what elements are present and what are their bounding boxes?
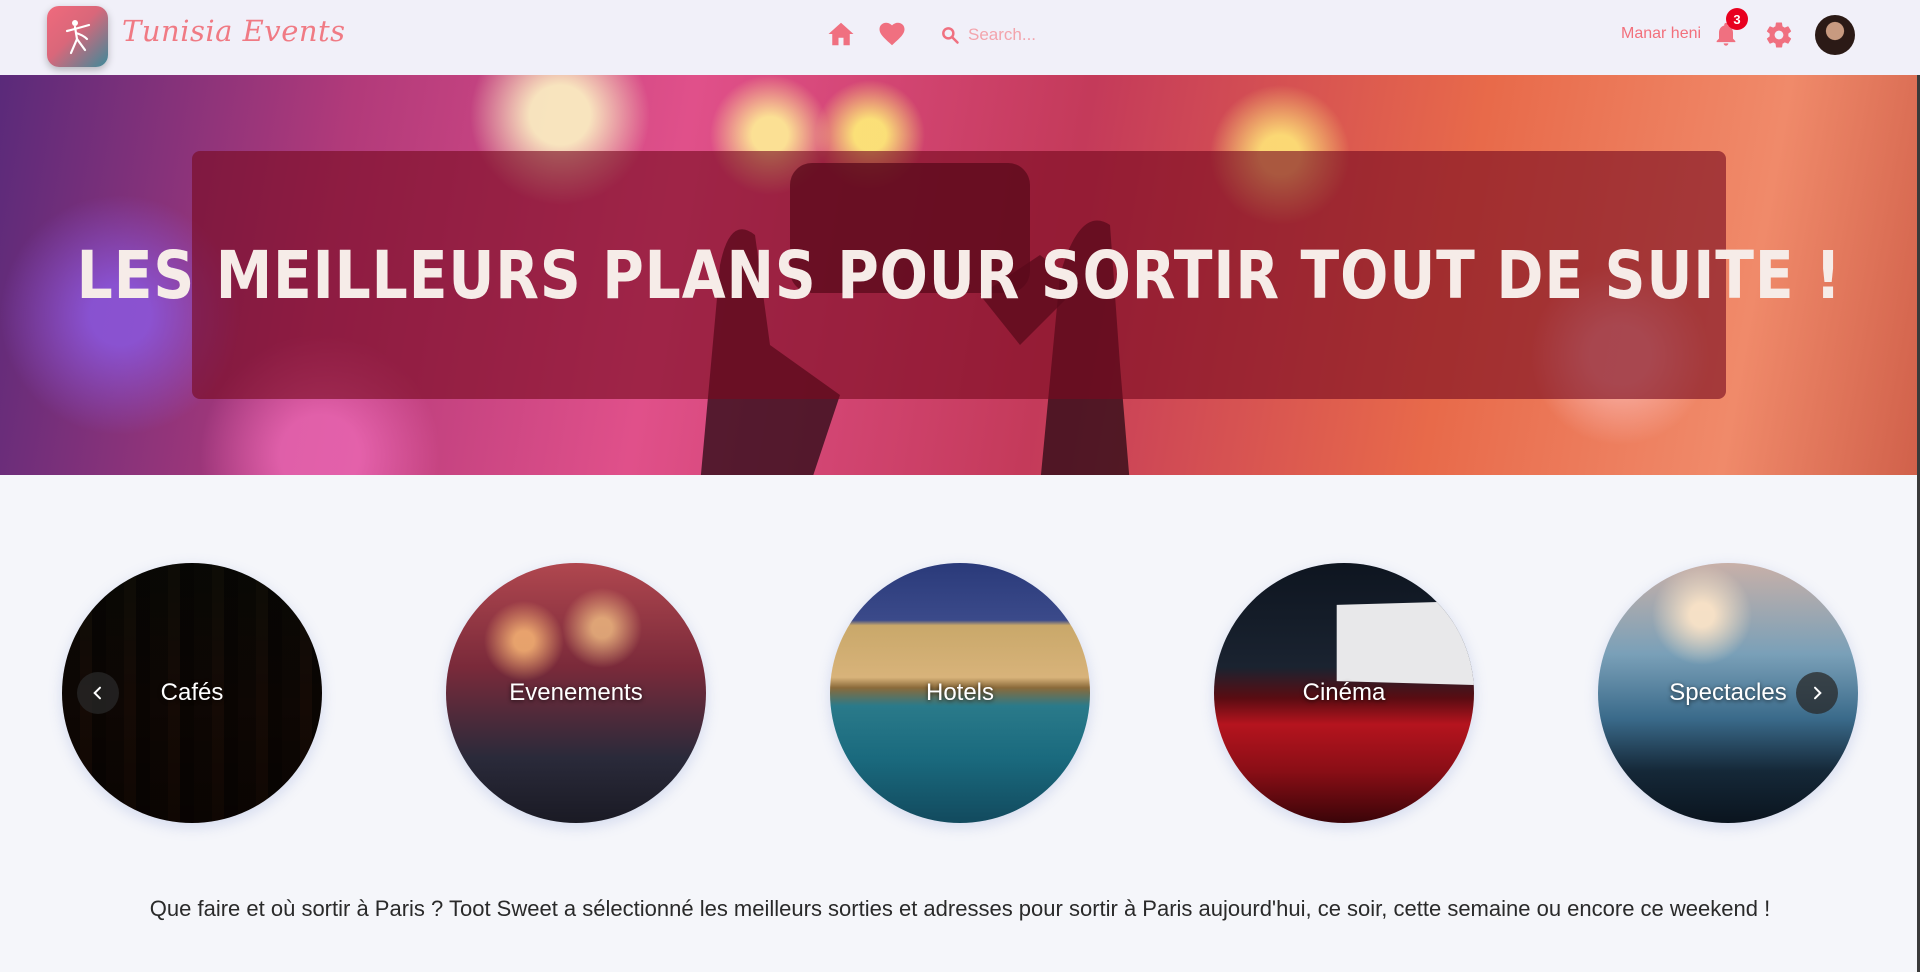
user-name[interactable]: Manar heni: [1621, 25, 1701, 43]
gear-icon[interactable]: [1764, 20, 1794, 50]
hero-title: LES MEILLEURS PLANS POUR SORTIR TOUT DE …: [76, 236, 1842, 314]
hero-banner: LES MEILLEURS PLANS POUR SORTIR TOUT DE …: [0, 75, 1920, 475]
brand-name[interactable]: Tunisia Events: [122, 14, 346, 48]
carousel-next-button[interactable]: [1796, 672, 1838, 714]
intro-text: Que faire et où sortir à Paris ? Toot Sw…: [149, 896, 1771, 921]
category-label: Evenements: [509, 679, 643, 706]
top-navbar: Tunisia Events Manar heni 3: [0, 0, 1920, 75]
category-label: Cinéma: [1302, 679, 1386, 706]
search-bar: [940, 20, 1100, 50]
heart-icon[interactable]: [877, 19, 907, 49]
chevron-right-icon: [1814, 686, 1822, 700]
notification-count-badge: 3: [1726, 8, 1748, 30]
user-avatar[interactable]: [1815, 15, 1855, 55]
category-cinema[interactable]: Cinéma: [1214, 563, 1474, 823]
carousel-prev-button[interactable]: [77, 672, 119, 714]
category-label: Spectacles: [1669, 679, 1787, 706]
home-icon[interactable]: [826, 19, 856, 49]
dancer-logo-icon: [65, 19, 90, 54]
chevron-left-icon: [93, 686, 101, 700]
category-evenements[interactable]: Evenements: [446, 563, 706, 823]
app-logo[interactable]: [47, 6, 108, 67]
hero-title-box: LES MEILLEURS PLANS POUR SORTIR TOUT DE …: [76, 151, 1841, 399]
category-hotels[interactable]: Hotels: [830, 563, 1090, 823]
category-label: Hotels: [925, 679, 995, 706]
category-label: Cafés: [160, 679, 224, 706]
search-input[interactable]: [968, 25, 1098, 45]
search-icon: [942, 27, 959, 44]
